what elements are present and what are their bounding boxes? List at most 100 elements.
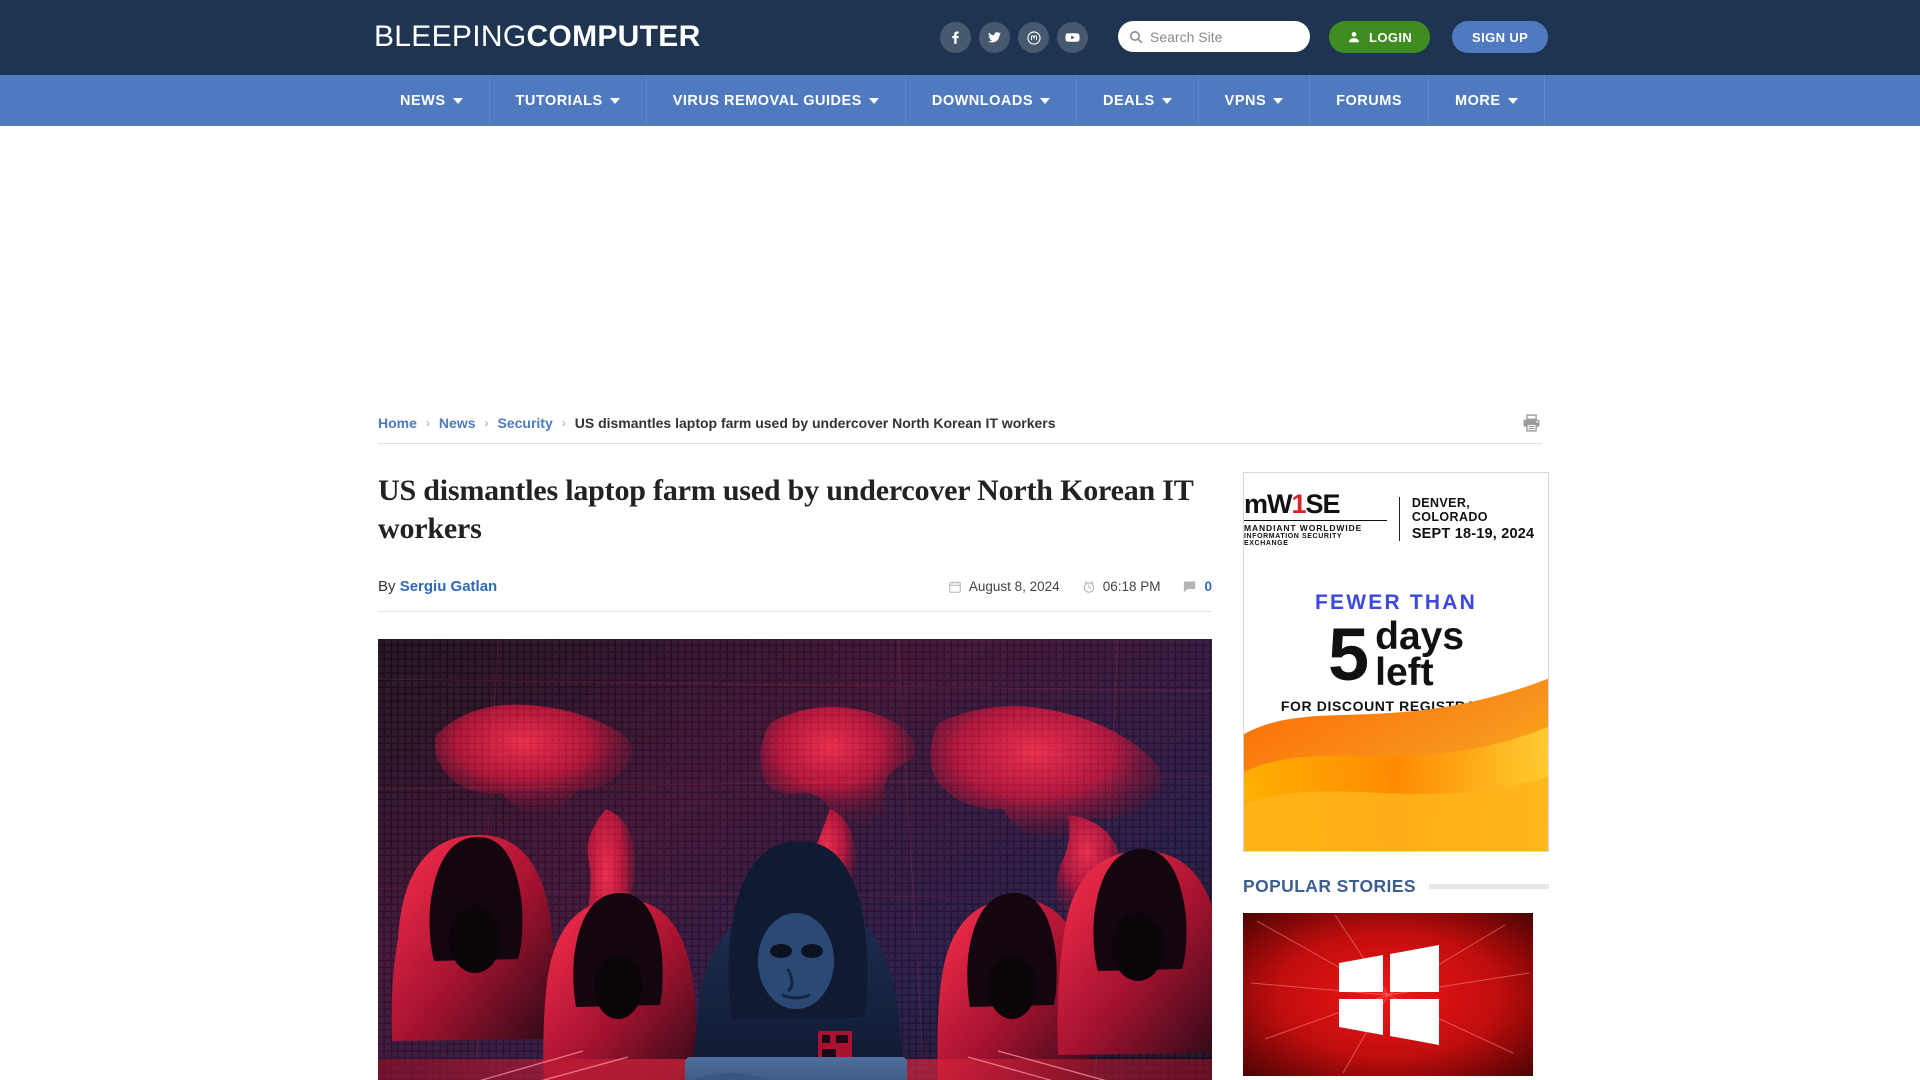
mwise-m: m	[1244, 489, 1268, 519]
nav-label: VPNS	[1224, 92, 1267, 109]
nav-label: NEWS	[400, 92, 446, 109]
chevron-down-icon	[868, 97, 879, 104]
main-navigation: NEWS TUTORIALS VIRUS REMOVAL GUIDES DOWN…	[0, 75, 1920, 126]
search-box[interactable]	[1118, 21, 1310, 52]
nav-item-more[interactable]: MORE	[1429, 75, 1545, 126]
mwise-wordmark: mW1SE	[1244, 491, 1387, 518]
sidebar-ad-mwise[interactable]: mW1SE MANDIANT WORLDWIDE INFORMATION SEC…	[1243, 472, 1549, 852]
section-rule	[1428, 884, 1549, 889]
ad-left-word: left	[1375, 650, 1434, 694]
search-input[interactable]	[1150, 28, 1300, 45]
user-icon	[1349, 32, 1359, 43]
article-hero-image	[378, 639, 1212, 1080]
clock-icon	[1083, 580, 1094, 593]
login-button[interactable]: LOGIN	[1329, 21, 1431, 53]
nav-label: MORE	[1455, 92, 1501, 109]
youtube-icon[interactable]	[1057, 22, 1088, 53]
nav-label: DEALS	[1103, 92, 1155, 109]
ad-divider	[1398, 497, 1400, 541]
nav-item-deals[interactable]: DEALS	[1077, 75, 1199, 126]
ad-days-number: 5	[1327, 612, 1370, 696]
nav-item-virus-removal-guides[interactable]: VIRUS REMOVAL GUIDES	[647, 75, 906, 126]
mwise-tagline-1: MANDIANT WORLDWIDE	[1244, 520, 1387, 533]
mwise-tagline-2: INFORMATION SECURITY EXCHANGE	[1244, 533, 1343, 547]
popular-stories-title: POPULAR STORIES	[1243, 876, 1416, 896]
byline-author-group: By Sergiu Gatlan	[378, 578, 497, 595]
breadcrumb-separator: ›	[484, 415, 489, 430]
mastodon-icon[interactable]	[1018, 22, 1049, 53]
nav-label: TUTORIALS	[515, 92, 603, 109]
hero-illustration	[378, 639, 1212, 1080]
ad-subtext: FOR DISCOUNT REGISTRATION	[1280, 697, 1512, 714]
breadcrumb-news[interactable]: News	[439, 415, 476, 431]
logo-text-light: BLEEPING	[374, 20, 527, 53]
breadcrumb-security[interactable]: Security	[497, 415, 552, 431]
search-icon	[1128, 29, 1144, 45]
breadcrumb-row: Home › News › Security › US dismantles l…	[378, 402, 1542, 444]
login-label: LOGIN	[1369, 29, 1413, 45]
by-label: By	[378, 578, 396, 595]
sidebar: mW1SE MANDIANT WORLDWIDE INFORMATION SEC…	[1243, 472, 1549, 1080]
windows-logo-red-image	[1243, 913, 1533, 1076]
time-text: 06:18 PM	[1102, 579, 1161, 594]
mwise-i: 1	[1291, 489, 1307, 519]
social-links	[940, 22, 1088, 53]
byline-meta: August 8, 2024 06:18 PM 0	[948, 579, 1212, 594]
popular-story-thumbnail[interactable]	[1243, 913, 1533, 1076]
ad-days-words: days left	[1375, 615, 1465, 694]
calendar-icon	[949, 580, 961, 593]
article-byline: By Sergiu Gatlan August 8, 2024 06:18 PM…	[378, 578, 1212, 612]
ad-header: mW1SE MANDIANT WORLDWIDE INFORMATION SEC…	[1244, 473, 1548, 547]
signup-button[interactable]: SIGN UP	[1452, 21, 1549, 53]
signup-label: SIGN UP	[1472, 29, 1529, 45]
comment-count-group[interactable]: 0	[1182, 579, 1212, 594]
chevron-down-icon	[452, 97, 463, 104]
chevron-down-icon	[609, 97, 620, 104]
ad-countdown: 5 days left	[1244, 612, 1548, 696]
facebook-icon[interactable]	[940, 22, 971, 53]
columns: US dismantles laptop farm used by underc…	[378, 444, 1549, 1080]
popular-stories-header: POPULAR STORIES	[1243, 876, 1549, 897]
breadcrumb-separator: ›	[425, 415, 430, 430]
publish-date: August 8, 2024	[948, 579, 1060, 594]
author-link[interactable]: Sergiu Gatlan	[400, 578, 498, 595]
site-logo[interactable]: BLEEPINGCOMPUTER	[374, 20, 701, 54]
chevron-down-icon	[1161, 97, 1172, 104]
content-wrapper: Home › News › Security › US dismantles l…	[378, 402, 1549, 1080]
breadcrumb-home[interactable]: Home	[378, 415, 417, 431]
breadcrumb-current: US dismantles laptop farm used by underc…	[574, 414, 1056, 431]
nav-label: FORUMS	[1336, 92, 1403, 109]
ad-days-word: days	[1375, 615, 1465, 658]
mwise-logo: mW1SE MANDIANT WORLDWIDE INFORMATION SEC…	[1244, 491, 1387, 547]
ad-date: SEPT 18-19, 2024	[1411, 526, 1535, 542]
mwise-se: SE	[1305, 489, 1341, 519]
publish-time: 06:18 PM	[1082, 579, 1161, 594]
nav-item-downloads[interactable]: DOWNLOADS	[906, 75, 1078, 126]
page-title: US dismantles laptop farm used by underc…	[378, 474, 1194, 545]
nav-label: DOWNLOADS	[931, 92, 1034, 109]
chevron-down-icon	[1040, 97, 1051, 104]
breadcrumb: Home › News › Security › US dismantles l…	[378, 415, 1056, 431]
chevron-down-icon	[1507, 97, 1518, 104]
printer-icon[interactable]	[1521, 413, 1542, 433]
nav-left-spacer	[0, 75, 374, 126]
chevron-down-icon	[1273, 97, 1284, 104]
ad-event-info: DENVER, COLORADO SEPT 18-19, 2024	[1412, 496, 1548, 542]
comment-count[interactable]: 0	[1204, 579, 1212, 594]
nav-item-vpns[interactable]: VPNS	[1199, 75, 1311, 126]
date-text: August 8, 2024	[968, 579, 1060, 594]
logo-text-bold: COMPUTER	[526, 20, 701, 53]
main-column: US dismantles laptop farm used by underc…	[378, 472, 1212, 1080]
ad-city: DENVER, COLORADO	[1411, 496, 1488, 524]
comment-icon	[1184, 581, 1196, 593]
breadcrumb-separator: ›	[561, 415, 566, 430]
site-header: BLEEPINGCOMPUTER LOGIN SIGN UP	[0, 0, 1920, 75]
top-ad-slot	[0, 126, 1920, 402]
mwise-w: W	[1267, 489, 1293, 519]
nav-item-tutorials[interactable]: TUTORIALS	[490, 75, 647, 126]
ad-headline: FEWER THAN	[1315, 591, 1477, 614]
nav-item-news[interactable]: NEWS	[374, 75, 490, 126]
ad-cta-button[interactable]: DON'T MISS IT	[1302, 726, 1490, 764]
twitter-icon[interactable]	[979, 22, 1010, 53]
nav-item-forums[interactable]: FORUMS	[1310, 75, 1430, 126]
